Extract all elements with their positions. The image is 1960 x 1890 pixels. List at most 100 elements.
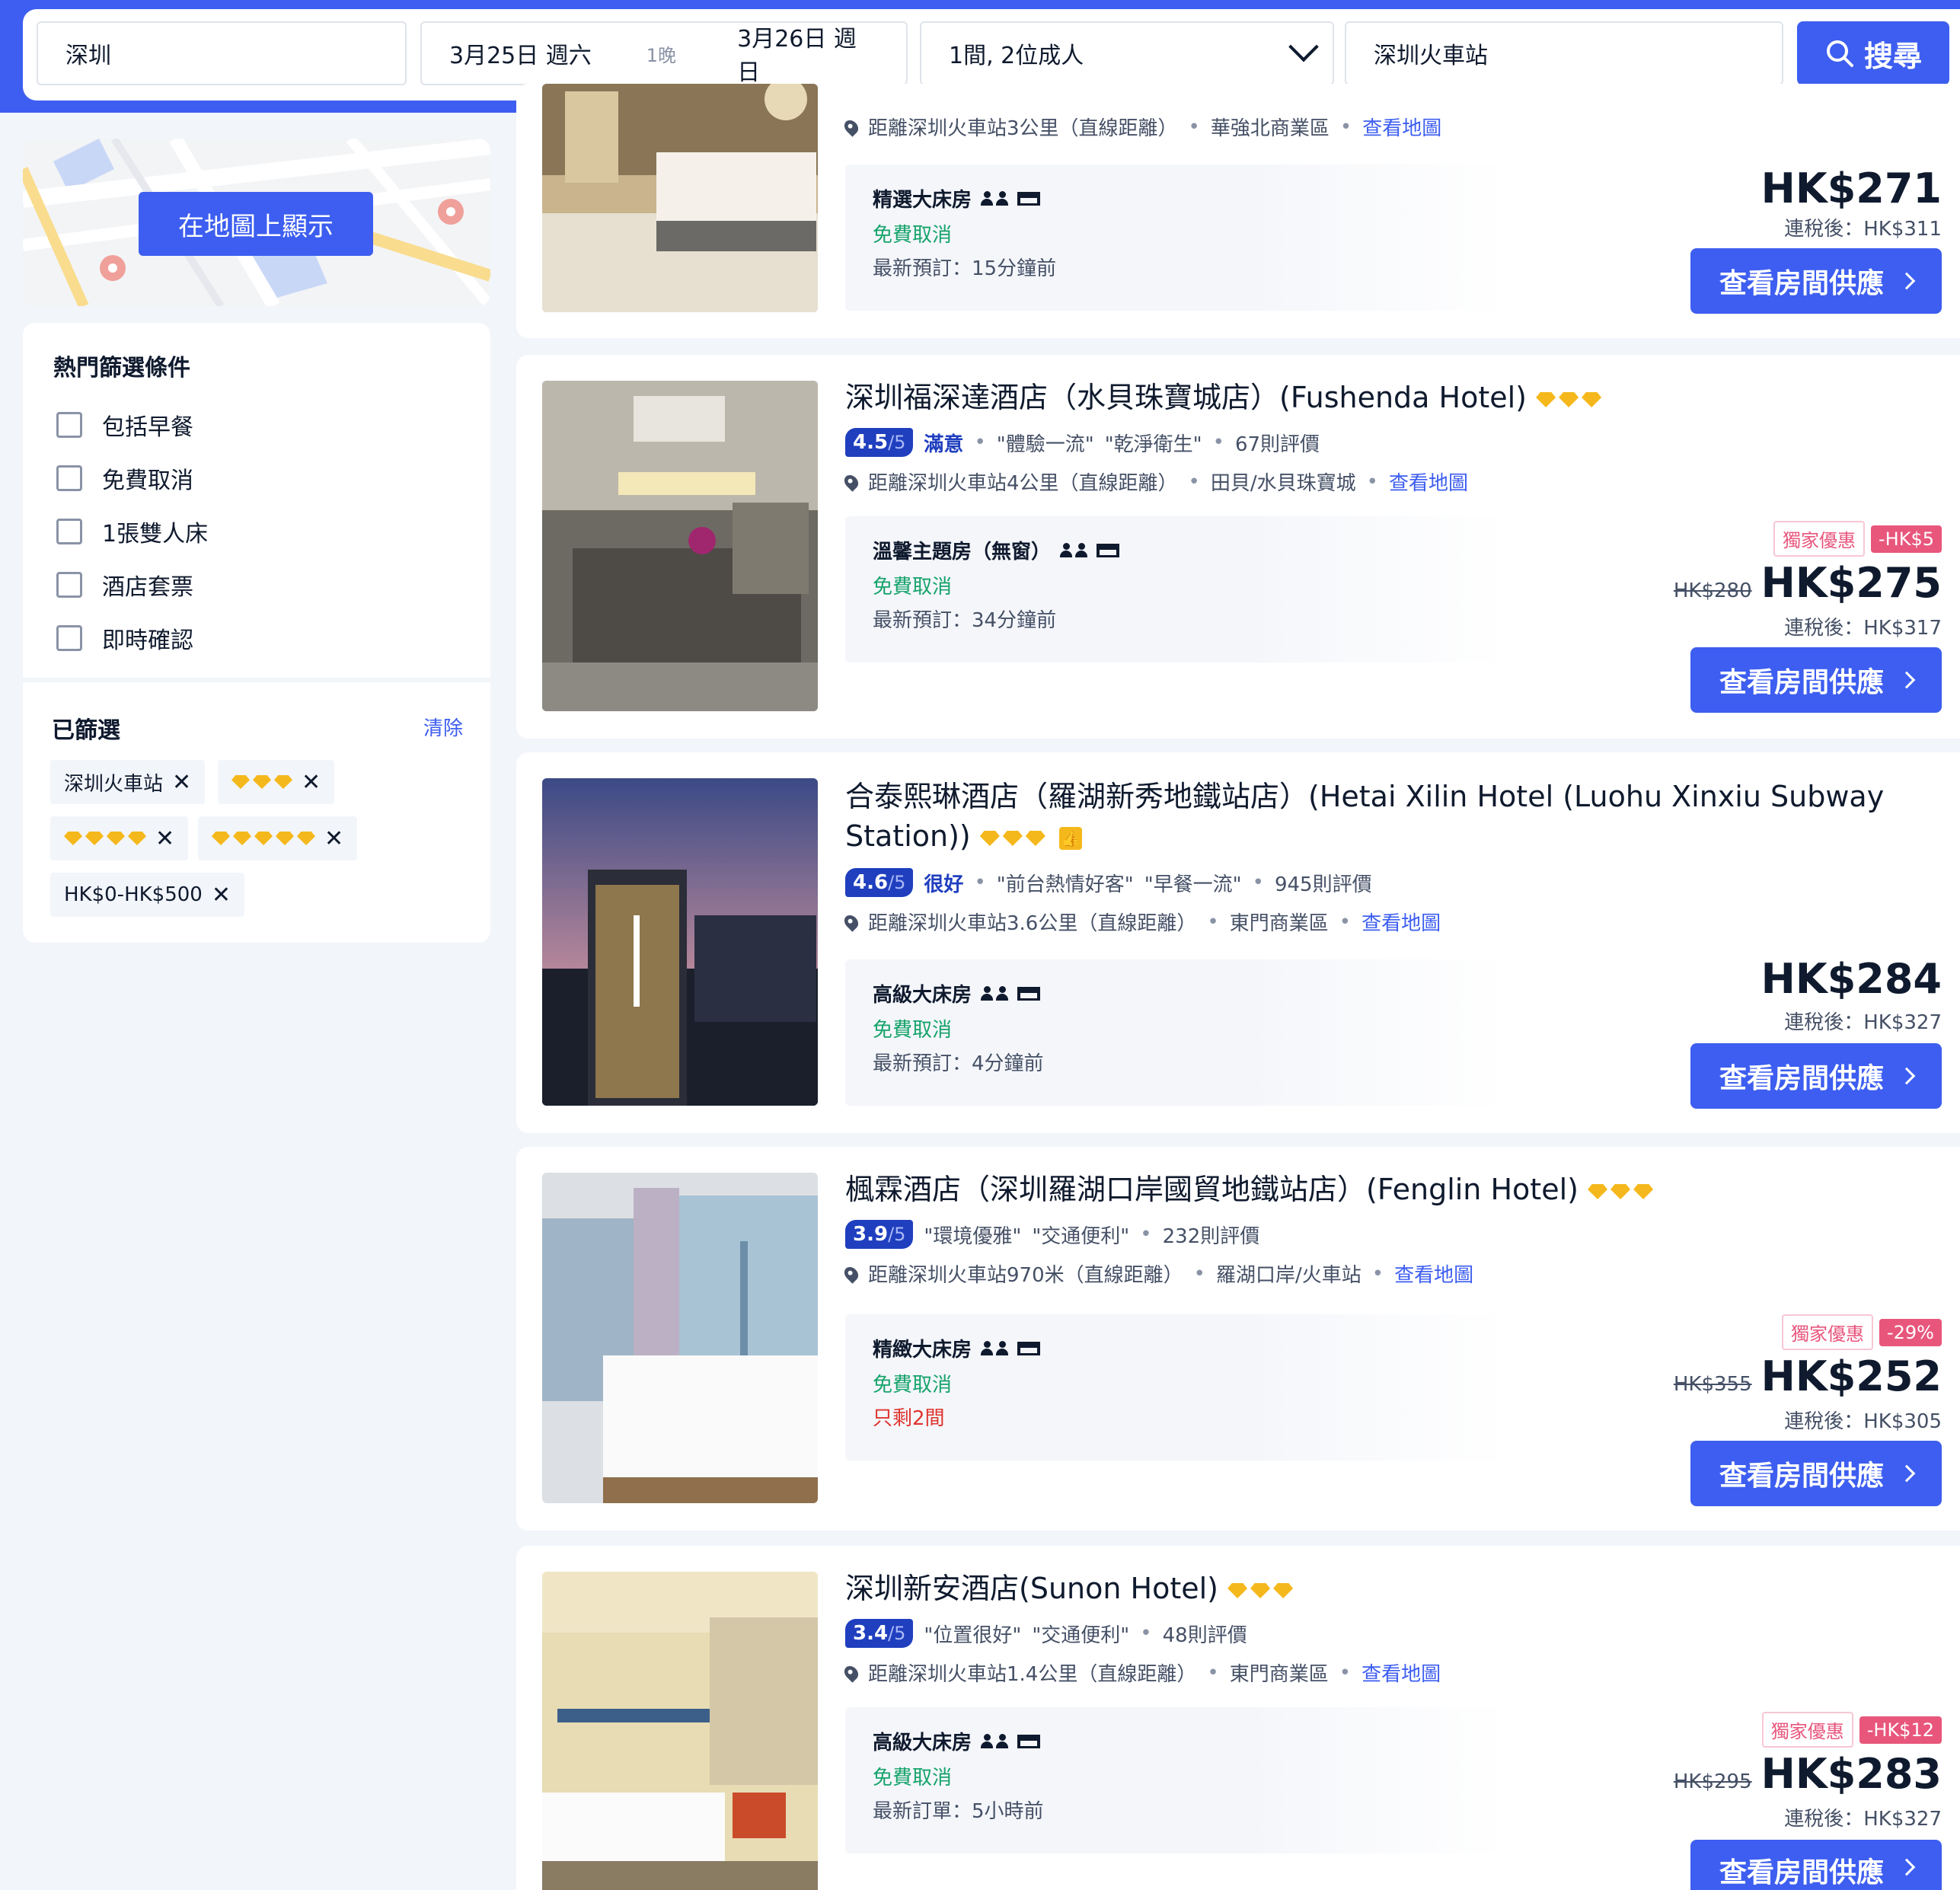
hotel-card[interactable]: 距離深圳火車站3公里（直線距離） • 華強北商業區 • 查看地圖 精選大床房 免… [516,84,1960,338]
chip-4-stars[interactable]: ✕ [50,816,189,860]
view-rooms-button[interactable]: 查看房間供應 [1690,1043,1942,1109]
chip-price-range[interactable]: HK$0-HK$500 ✕ [50,873,244,917]
separator-dot: • [974,431,986,454]
hotel-card[interactable]: 深圳新安酒店(Sunon Hotel) 3.4/5 "位置很好" "交通便利" … [516,1546,1960,1890]
room-photo-image [542,84,818,312]
filter-package[interactable]: 酒店套票 [56,567,193,603]
hotel-name[interactable]: 楓霖酒店（深圳羅湖口岸國貿地鐵站店）(Fenglin Hotel) [845,1170,1926,1209]
price: HK$284 [1760,955,1942,1003]
filter-label: 1張雙人床 [102,521,209,548]
checkbox[interactable] [56,465,82,491]
close-icon[interactable]: ✕ [212,882,231,908]
promo-row: 獨家優惠 -29% [1781,1314,1942,1350]
keyword-input[interactable]: 深圳火車站 [1345,21,1783,85]
chip-3-stars[interactable]: ✕ [218,760,335,804]
free-cancel-text: 免費取消 [873,1019,953,1042]
discount-badge: -HK$12 [1859,1716,1942,1744]
filter-breakfast[interactable]: 包括早餐 [56,407,193,443]
promo-badge: 獨家優惠 [1761,1712,1853,1748]
bed-icon [1017,986,1041,1001]
search-button[interactable]: 搜尋 [1797,21,1949,85]
separator-dot: • [1188,115,1200,139]
hotel-photo[interactable] [542,778,818,1106]
view-rooms-button[interactable]: 查看房間供應 [1690,248,1942,314]
hotel-name[interactable]: 合泰熙琳酒店（羅湖新秀地鐵站店）(Hetai Xilin Hotel (Luoh… [845,777,1926,856]
location-pin-icon [841,471,861,492]
hotel-photo[interactable] [542,1572,818,1890]
chip-label: 深圳火車站 [64,772,164,796]
map-preview[interactable]: 在地圖上顯示 [23,139,490,306]
score-badge: 3.9/5 [845,1220,914,1249]
view-rooms-button[interactable]: 查看房間供應 [1690,1441,1942,1506]
score-value: 4.6 [853,871,889,894]
checkbox[interactable] [56,412,82,438]
review-count[interactable]: 232則評價 [1163,1221,1260,1249]
separator-dot: • [1188,470,1200,493]
view-map-link[interactable]: 查看地圖 [1389,468,1468,496]
last-booked-text: 最新訂單：5小時前 [873,1800,1044,1823]
filter-double-bed[interactable]: 1張雙人床 [56,513,208,550]
tax-price: 連稅後：HK$327 [1784,1011,1942,1034]
room-type: 高級大床房 [873,1727,1041,1755]
promo-badge: 獨家優惠 [1781,1314,1873,1350]
review-tag: "交通便利" [1032,1224,1130,1248]
discount-badge: -29% [1879,1318,1942,1346]
promo-badge: 獨家優惠 [1773,521,1866,557]
hotel-card[interactable]: 合泰熙琳酒店（羅湖新秀地鐵站店）(Hetai Xilin Hotel (Luoh… [516,752,1960,1133]
chip-location[interactable]: 深圳火車站 ✕ [50,760,206,804]
close-icon[interactable]: ✕ [324,825,343,852]
view-map-link[interactable]: 查看地圖 [1394,1259,1473,1288]
location-pin-icon [841,1662,861,1683]
search-button-label: 搜尋 [1863,39,1922,73]
hotel-photo[interactable] [542,381,818,711]
checkbox[interactable] [56,519,82,544]
filter-free-cancel[interactable]: 免費取消 [56,460,193,496]
distance-text: 距離深圳火車站3.6公里（直線距離） [868,912,1197,935]
location-pin-icon [841,1263,861,1284]
checkbox[interactable] [56,572,82,598]
view-rooms-button[interactable]: 查看房間供應 [1690,1840,1942,1890]
guests-icon [1060,542,1088,558]
rating-row: 4.6/5 很好 • "前台熱情好客" "早餐一流" • 945則評價 [845,868,1372,897]
review-tag: "早餐一流" [1144,873,1242,896]
last-booked-text: 最新預訂：34分鐘前 [873,609,1057,632]
hotel-name[interactable]: 深圳新安酒店(Sunon Hotel) [845,1569,1926,1608]
checkout-date: 3月26日 週日 [737,26,857,86]
guests-select[interactable]: 1間, 2位成人 [920,21,1334,85]
date-range-picker[interactable]: 3月25日 週六 1晚 3月26日 週日 [420,21,908,86]
price-line: HK$284 [1761,955,1942,1003]
score-value: 4.5 [853,431,889,454]
destination-input[interactable]: 深圳 [37,21,407,85]
promo-row: 獨家優惠 -HK$12 [1761,1712,1942,1748]
clear-filters-link[interactable]: 清除 [423,713,463,741]
area-text: 羅湖口岸/火車站 [1215,1264,1361,1287]
free-cancel-text: 免費取消 [873,224,953,247]
close-icon[interactable]: ✕ [155,825,174,852]
view-map-link[interactable]: 查看地圖 [1361,1659,1441,1687]
guests-icon [981,985,1009,1001]
view-rooms-button[interactable]: 查看房間供應 [1690,647,1942,713]
show-on-map-button[interactable]: 在地圖上顯示 [139,192,373,256]
hotel-card[interactable]: 深圳福深達酒店（水貝珠寶城店）(Fushenda Hotel) 4.5/5 滿意… [516,355,1960,739]
close-icon[interactable]: ✕ [172,769,191,796]
hotel-name[interactable]: 深圳福深達酒店（水貝珠寶城店）(Fushenda Hotel) [845,378,1926,417]
chip-5-stars[interactable]: ✕ [198,816,358,860]
view-map-link[interactable]: 查看地圖 [1361,908,1441,936]
star-rating-icon [231,775,292,789]
view-map-link[interactable]: 查看地圖 [1362,113,1441,141]
guests-icon [981,1733,1009,1749]
hotel-photo[interactable] [542,1173,818,1503]
review-count[interactable]: 67則評價 [1235,429,1320,457]
review-count[interactable]: 945則評價 [1275,869,1372,897]
location-pin-icon [841,911,861,932]
separator-dot: • [1140,1622,1152,1645]
review-count[interactable]: 48則評價 [1163,1620,1247,1648]
price: HK$271 [1760,164,1942,212]
keyword-value: 深圳火車站 [1374,43,1488,69]
filter-instant-confirm[interactable]: 即時確認 [56,620,193,656]
close-icon[interactable]: ✕ [302,769,321,796]
hotel-photo[interactable] [542,84,818,312]
checkbox[interactable] [56,625,82,651]
separator-dot: • [1339,115,1352,139]
hotel-card[interactable]: 楓霖酒店（深圳羅湖口岸國貿地鐵站店）(Fenglin Hotel) 3.9/5 … [516,1147,1960,1531]
